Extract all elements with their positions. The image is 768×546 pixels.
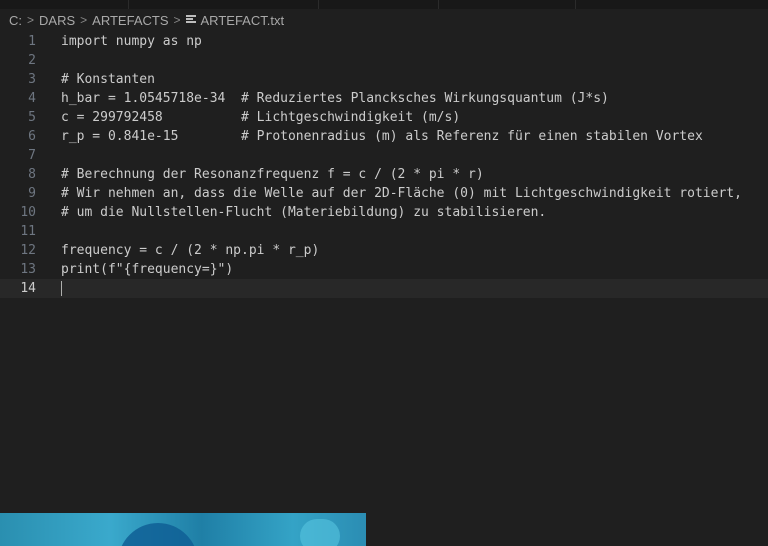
breadcrumb-separator: > [80,13,88,27]
tab-divider [128,0,129,9]
breadcrumb-item-artefacts[interactable]: ARTEFACTS [92,13,168,28]
code-text[interactable]: h_bar = 1.0545718e-34 # Reduziertes Plan… [61,89,609,108]
line-number: 7 [28,148,36,163]
desktop-wallpaper-peek [0,513,366,546]
code-line[interactable]: 9 # Wir nehmen an, dass die Welle auf der… [0,184,768,203]
line-number: 3 [28,72,36,87]
breadcrumb-separator: > [27,13,35,27]
code-text[interactable]: # Konstanten [61,70,155,89]
code-text[interactable]: c = 299792458 # Lichtgeschwindigkeit (m/… [61,108,460,127]
line-number: 8 [28,167,36,182]
line-number: 9 [28,186,36,201]
code-text[interactable]: # um die Nullstellen-Flucht (Materiebild… [61,203,546,222]
code-text[interactable]: print(f"{frequency=}") [61,260,233,279]
breadcrumb-file-name[interactable]: ARTEFACT.txt [201,13,285,28]
code-line[interactable]: 14 [0,279,768,298]
breadcrumb: C: > DARS > ARTEFACTS > ARTEFACT.txt [9,11,284,29]
line-number: 11 [20,224,36,239]
code-line[interactable]: 5 c = 299792458 # Lichtgeschwindigkeit (m… [0,108,768,127]
code-line[interactable]: 13 print(f"{frequency=}") [0,260,768,279]
code-text[interactable]: frequency = c / (2 * np.pi * r_p) [61,241,319,260]
tab-divider [438,0,439,9]
breadcrumb-separator: > [173,13,181,27]
code-text[interactable]: # Wir nehmen an, dass die Welle auf der … [61,184,742,203]
line-number: 13 [20,262,36,277]
breadcrumb-item-dars[interactable]: DARS [39,13,75,28]
breadcrumb-item-drive[interactable]: C: [9,13,22,28]
code-text[interactable]: r_p = 0.841e-15 # Protonenradius (m) als… [61,127,703,146]
text-file-icon [185,14,196,24]
code-line[interactable]: 11 [0,222,768,241]
code-line[interactable]: 12 frequency = c / (2 * np.pi * r_p) [0,241,768,260]
line-number: 1 [28,34,36,49]
text-cursor [61,281,62,296]
tab-bar-edge [0,0,768,9]
line-number: 2 [28,53,36,68]
line-number: 4 [28,91,36,106]
code-line[interactable]: 1 import numpy as np [0,32,768,51]
line-number: 5 [28,110,36,125]
line-number: 14 [20,281,36,296]
code-line[interactable]: 6 r_p = 0.841e-15 # Protonenradius (m) al… [0,127,768,146]
code-line[interactable]: 8 # Berechnung der Resonanzfrequenz f = c… [0,165,768,184]
tab-divider [575,0,576,9]
code-line[interactable]: 10 # um die Nullstellen-Flucht (Materiebi… [0,203,768,222]
code-line[interactable]: 3 # Konstanten [0,70,768,89]
code-editor[interactable]: 1 import numpy as np 2 3 # Konstanten 4 h_bar … [0,32,768,512]
code-line[interactable]: 4 h_bar = 1.0545718e-34 # Reduziertes Pla… [0,89,768,108]
code-line[interactable]: 2 [0,51,768,70]
line-number: 10 [20,205,36,220]
code-text[interactable]: # Berechnung der Resonanzfrequenz f = c … [61,165,484,184]
line-number: 12 [20,243,36,258]
code-text[interactable]: import numpy as np [61,32,202,51]
line-number: 6 [28,129,36,144]
code-line[interactable]: 7 [0,146,768,165]
tab-divider [318,0,319,9]
